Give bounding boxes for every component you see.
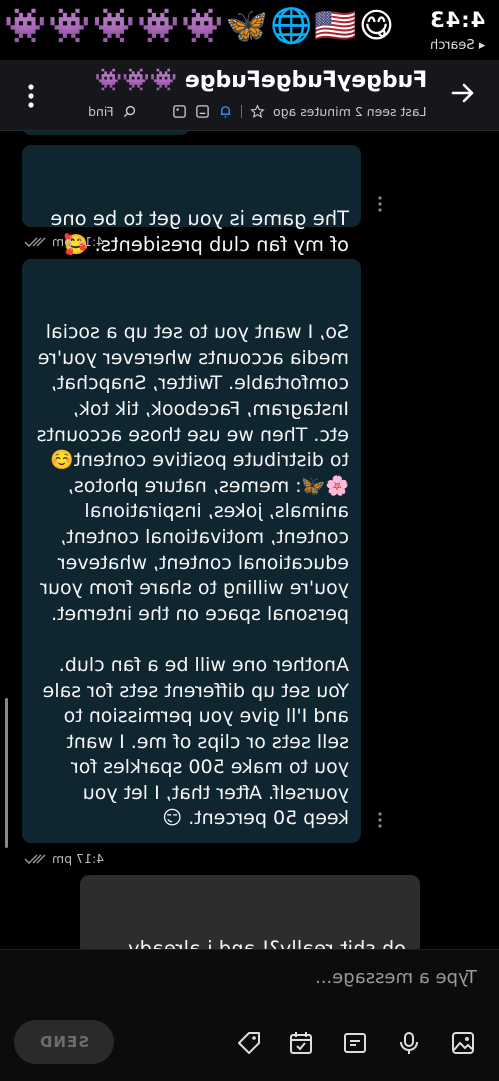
butterfly-icon: 🦋 xyxy=(225,6,271,46)
status-time: 4:43 xyxy=(428,8,485,32)
send-button[interactable]: SEND xyxy=(14,1020,114,1064)
message-composer: Type a message... SEND xyxy=(0,949,499,1081)
star-icon[interactable] xyxy=(250,104,266,119)
outgoing-message[interactable]: oh shit really?! and i already had made … xyxy=(80,875,420,949)
search-icon[interactable] xyxy=(122,104,137,119)
notification-bell-icon[interactable] xyxy=(218,104,233,119)
message-timestamp: 4:17 pm xyxy=(24,851,104,866)
read-receipt-icon xyxy=(24,237,46,247)
us-flag-icon: 🇺🇸 xyxy=(314,6,359,46)
incoming-message[interactable]: So, I want you to set up a social media … xyxy=(22,259,361,843)
find-group[interactable]: Find xyxy=(88,104,137,119)
message-timestamp: 4:11 pm xyxy=(24,234,104,249)
tag-icon[interactable] xyxy=(236,1030,262,1056)
back-to-search-link[interactable]: ◂ Search xyxy=(430,38,485,53)
message-options-icon[interactable] xyxy=(376,811,384,829)
image-icon[interactable] xyxy=(450,1030,476,1056)
last-seen-label: Last seen 2 minutes ago xyxy=(273,104,427,119)
chat-subtitle: Last seen 2 minutes ago xyxy=(172,104,427,119)
chat-header: FudgeyFudgeFudge 👾👾👾 Last seen 2 minutes… xyxy=(0,60,499,131)
mic-icon[interactable] xyxy=(396,1030,422,1056)
image-icon[interactable] xyxy=(172,104,187,119)
read-receipt-icon xyxy=(24,854,46,864)
face-savoring-icon: 😋 xyxy=(358,6,397,46)
alien-monster-icon: 👾 xyxy=(92,6,138,46)
incoming-message[interactable]: The game is you get to be one of my fan … xyxy=(22,145,361,256)
status-icons: 👾 👾 👾 👾 👾 🦋 🌐 🇺🇸 😋 xyxy=(4,6,396,46)
calendar-icon[interactable] xyxy=(288,1030,314,1056)
back-arrow-icon[interactable] xyxy=(445,76,479,110)
globe-icon: 🌐 xyxy=(270,6,315,46)
scrollbar[interactable] xyxy=(5,698,8,848)
alien-monster-icon: 👾 xyxy=(181,6,226,46)
gif-icon[interactable] xyxy=(342,1030,368,1056)
divider xyxy=(241,105,243,118)
alien-monster-icon: 👾 xyxy=(137,6,182,46)
find-label[interactable]: Find xyxy=(88,104,114,119)
message-list[interactable]: The game is you get to be one of my fan … xyxy=(0,131,499,949)
message-input[interactable]: Type a message... xyxy=(315,967,477,988)
alien-monster-icon: 👾 xyxy=(4,6,49,46)
status-bar: 👾 👾 👾 👾 👾 🦋 🌐 🇺🇸 😋 4:43 ◂ Search xyxy=(0,0,499,60)
sticker-icon[interactable] xyxy=(195,104,210,119)
more-options-icon[interactable] xyxy=(20,82,42,110)
previous-message-fragment xyxy=(22,131,190,135)
message-options-icon[interactable] xyxy=(376,195,384,213)
contact-name[interactable]: FudgeyFudgeFudge 👾👾👾 xyxy=(95,68,427,93)
alien-monster-icon: 👾 xyxy=(48,6,93,46)
